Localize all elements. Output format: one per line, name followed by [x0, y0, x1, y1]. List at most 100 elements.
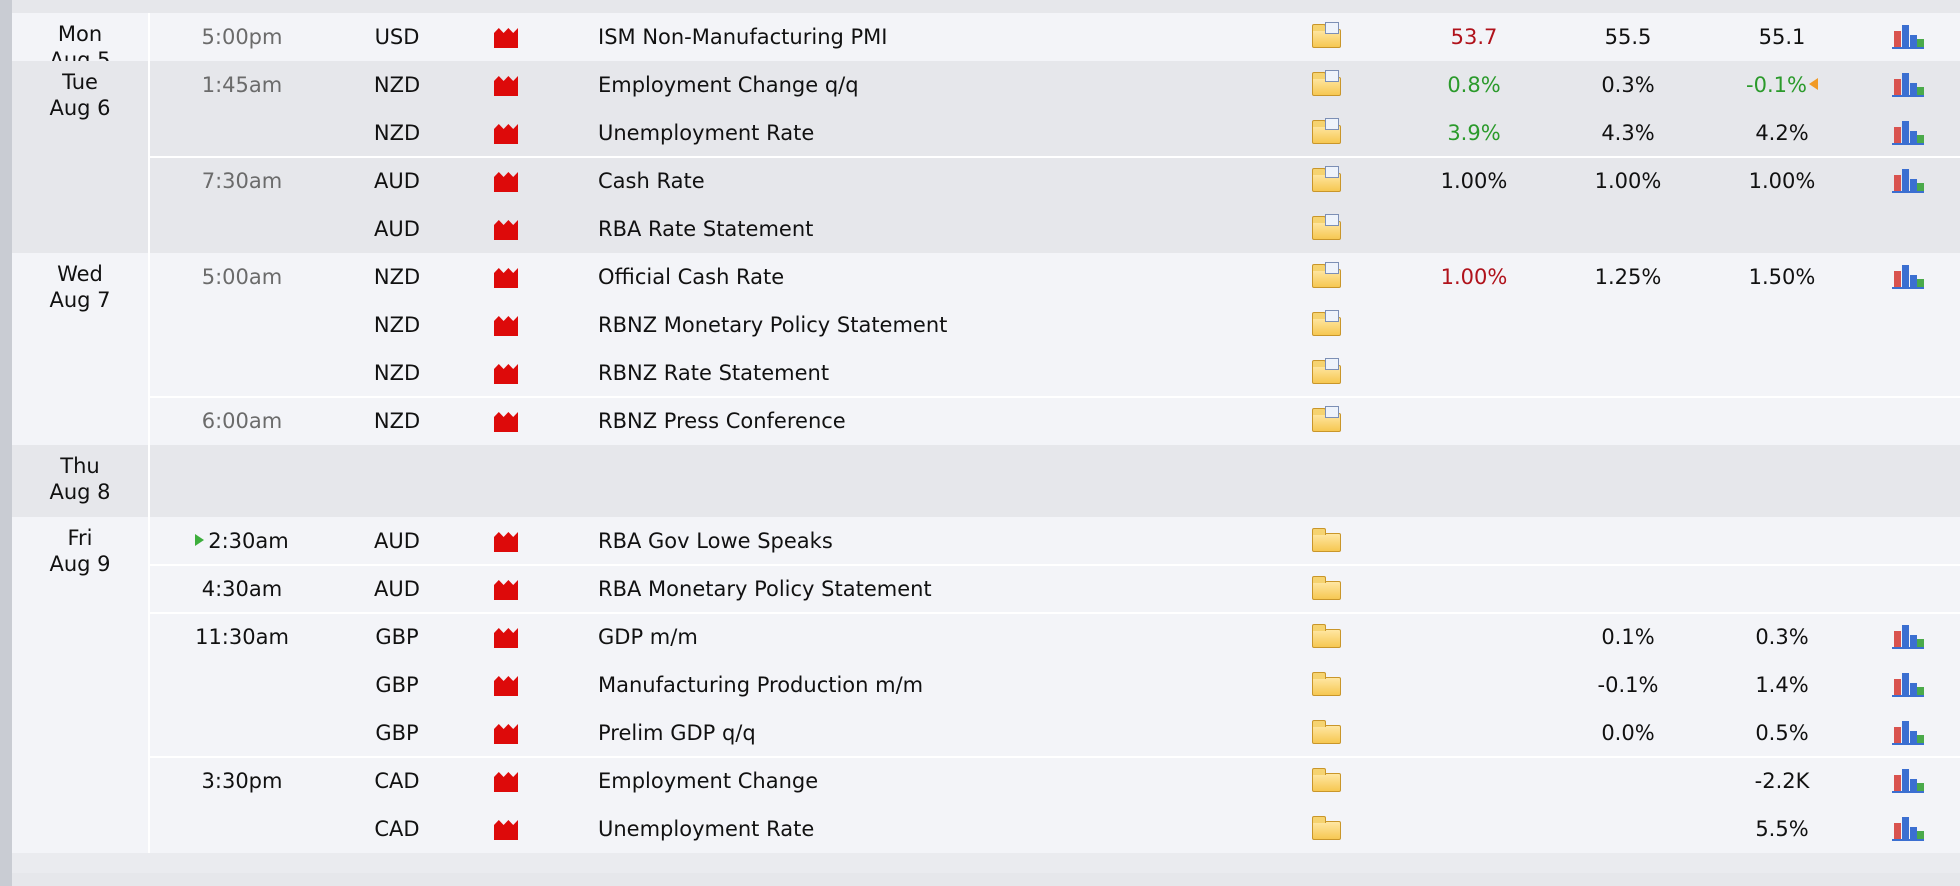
impact-cell[interactable] [494, 613, 520, 661]
event-title[interactable]: RBA Rate Statement [598, 205, 1298, 253]
event-row[interactable]: NZD RBNZ Rate Statement [12, 349, 1960, 397]
event-actual [1414, 517, 1534, 565]
impact-cell[interactable] [494, 709, 520, 757]
event-detail-button[interactable] [1312, 301, 1342, 349]
impact-cell[interactable] [494, 349, 520, 397]
event-graph-button[interactable] [1892, 661, 1926, 709]
event-detail-button[interactable] [1312, 61, 1342, 109]
event-actual: 0.8% [1447, 73, 1501, 97]
day-group: Thu Aug 8 [12, 445, 1960, 517]
event-title[interactable]: ISM Non-Manufacturing PMI [598, 13, 1298, 61]
event-row[interactable]: AUD RBA Rate Statement [12, 205, 1960, 253]
event-detail-button[interactable] [1312, 205, 1342, 253]
impact-cell[interactable] [494, 805, 520, 853]
event-previous [1722, 565, 1842, 613]
impact-cell[interactable] [494, 565, 520, 613]
event-forecast: 0.3% [1601, 73, 1655, 97]
event-detail-button[interactable] [1312, 157, 1342, 205]
event-graph-button[interactable] [1892, 253, 1926, 301]
event-detail-button[interactable] [1312, 349, 1342, 397]
impact-cell[interactable] [494, 61, 520, 109]
event-row[interactable]: 2:30am AUD RBA Gov Lowe Speaks [12, 517, 1960, 565]
event-detail-button[interactable] [1312, 13, 1342, 61]
event-title[interactable]: RBA Gov Lowe Speaks [598, 517, 1298, 565]
impact-cell[interactable] [494, 109, 520, 157]
impact-cell[interactable] [494, 397, 520, 445]
event-currency: GBP [375, 673, 419, 697]
impact-cell[interactable] [494, 517, 520, 565]
event-currency: AUD [374, 577, 420, 601]
event-actual [1414, 301, 1534, 349]
event-forecast [1568, 397, 1688, 445]
event-time-text: 6:00am [201, 409, 283, 433]
event-title[interactable]: Employment Change [598, 757, 1298, 805]
event-title[interactable]: RBA Monetary Policy Statement [598, 565, 1298, 613]
event-graph-button[interactable] [1892, 709, 1926, 757]
event-row[interactable]: NZD Unemployment Rate 3.9% 4.3% 4.2% [12, 109, 1960, 157]
event-graph-button[interactable] [1892, 13, 1926, 61]
event-title[interactable]: Official Cash Rate [598, 253, 1298, 301]
event-row[interactable]: 3:30pm CAD Employment Change -2.2K [12, 757, 1960, 805]
event-title[interactable]: Prelim GDP q/q [598, 709, 1298, 757]
event-row[interactable]: NZD RBNZ Monetary Policy Statement [12, 301, 1960, 349]
event-row[interactable]: 11:30am GBP GDP m/m 0.1% 0.3% [12, 613, 1960, 661]
event-graph-button[interactable] [1892, 157, 1926, 205]
event-currency: USD [374, 25, 420, 49]
event-previous-value: 5.5% [1755, 817, 1809, 841]
event-graph-button[interactable] [1892, 805, 1926, 853]
event-title[interactable]: Unemployment Rate [598, 109, 1298, 157]
event-row[interactable]: 4:30am AUD RBA Monetary Policy Statement [12, 565, 1960, 613]
event-row[interactable]: 7:30am AUD Cash Rate 1.00% 1.00% 1.00% [12, 157, 1960, 205]
impact-cell[interactable] [494, 301, 520, 349]
event-title[interactable]: GDP m/m [598, 613, 1298, 661]
event-detail-button[interactable] [1312, 109, 1342, 157]
event-title[interactable]: RBNZ Rate Statement [598, 349, 1298, 397]
event-previous: 1.4% [1722, 661, 1842, 709]
event-title[interactable]: RBNZ Press Conference [598, 397, 1298, 445]
event-title[interactable]: RBNZ Monetary Policy Statement [598, 301, 1298, 349]
event-detail-button[interactable] [1312, 757, 1342, 805]
event-time [150, 301, 334, 349]
event-time-text: 7:30am [201, 169, 283, 193]
impact-cell[interactable] [494, 13, 520, 61]
event-actual [1414, 613, 1534, 661]
event-title[interactable]: Unemployment Rate [598, 805, 1298, 853]
event-forecast: 0.1% [1601, 625, 1655, 649]
event-row[interactable]: CAD Unemployment Rate 5.5% [12, 805, 1960, 853]
event-row[interactable]: GBP Prelim GDP q/q 0.0% 0.5% [12, 709, 1960, 757]
event-title[interactable]: Cash Rate [598, 157, 1298, 205]
event-row[interactable]: 6:00am NZD RBNZ Press Conference [12, 397, 1960, 445]
event-row[interactable]: 5:00pm USD ISM Non-Manufacturing PMI 53.7 55… [12, 13, 1960, 61]
revised-marker-icon[interactable] [1808, 78, 1818, 90]
impact-cell[interactable] [494, 157, 520, 205]
event-detail-button[interactable] [1312, 805, 1342, 853]
impact-cell[interactable] [494, 757, 520, 805]
event-row[interactable]: GBP Manufacturing Production m/m -0.1% 1.4% [12, 661, 1960, 709]
impact-cell[interactable] [494, 661, 520, 709]
impact-cell[interactable] [494, 253, 520, 301]
event-title[interactable]: Manufacturing Production m/m [598, 661, 1298, 709]
event-graph-button[interactable] [1892, 109, 1926, 157]
event-detail-button[interactable] [1312, 565, 1342, 613]
event-title[interactable]: Employment Change q/q [598, 61, 1298, 109]
event-graph-button[interactable] [1892, 757, 1926, 805]
event-detail-button[interactable] [1312, 709, 1342, 757]
event-currency: AUD [374, 217, 420, 241]
event-time: 1:45am [150, 61, 334, 109]
event-detail-button[interactable] [1312, 613, 1342, 661]
event-row[interactable]: 5:00am NZD Official Cash Rate 1.00% 1.25% 1.5… [12, 253, 1960, 301]
event-row[interactable]: 1:45am NZD Employment Change q/q 0.8% 0.3% -0… [12, 61, 1960, 109]
event-time: 3:30pm [150, 757, 334, 805]
event-detail-button[interactable] [1312, 661, 1342, 709]
impact-cell[interactable] [494, 205, 520, 253]
event-graph-button[interactable] [1892, 61, 1926, 109]
event-detail-button[interactable] [1312, 397, 1342, 445]
event-forecast [1568, 757, 1688, 805]
event-detail-button[interactable] [1312, 253, 1342, 301]
event-time [150, 661, 334, 709]
event-actual [1414, 205, 1534, 253]
event-detail-button[interactable] [1312, 517, 1342, 565]
event-time-text: 5:00pm [201, 25, 283, 49]
event-graph-button[interactable] [1892, 613, 1926, 661]
high-impact-icon [494, 532, 518, 552]
